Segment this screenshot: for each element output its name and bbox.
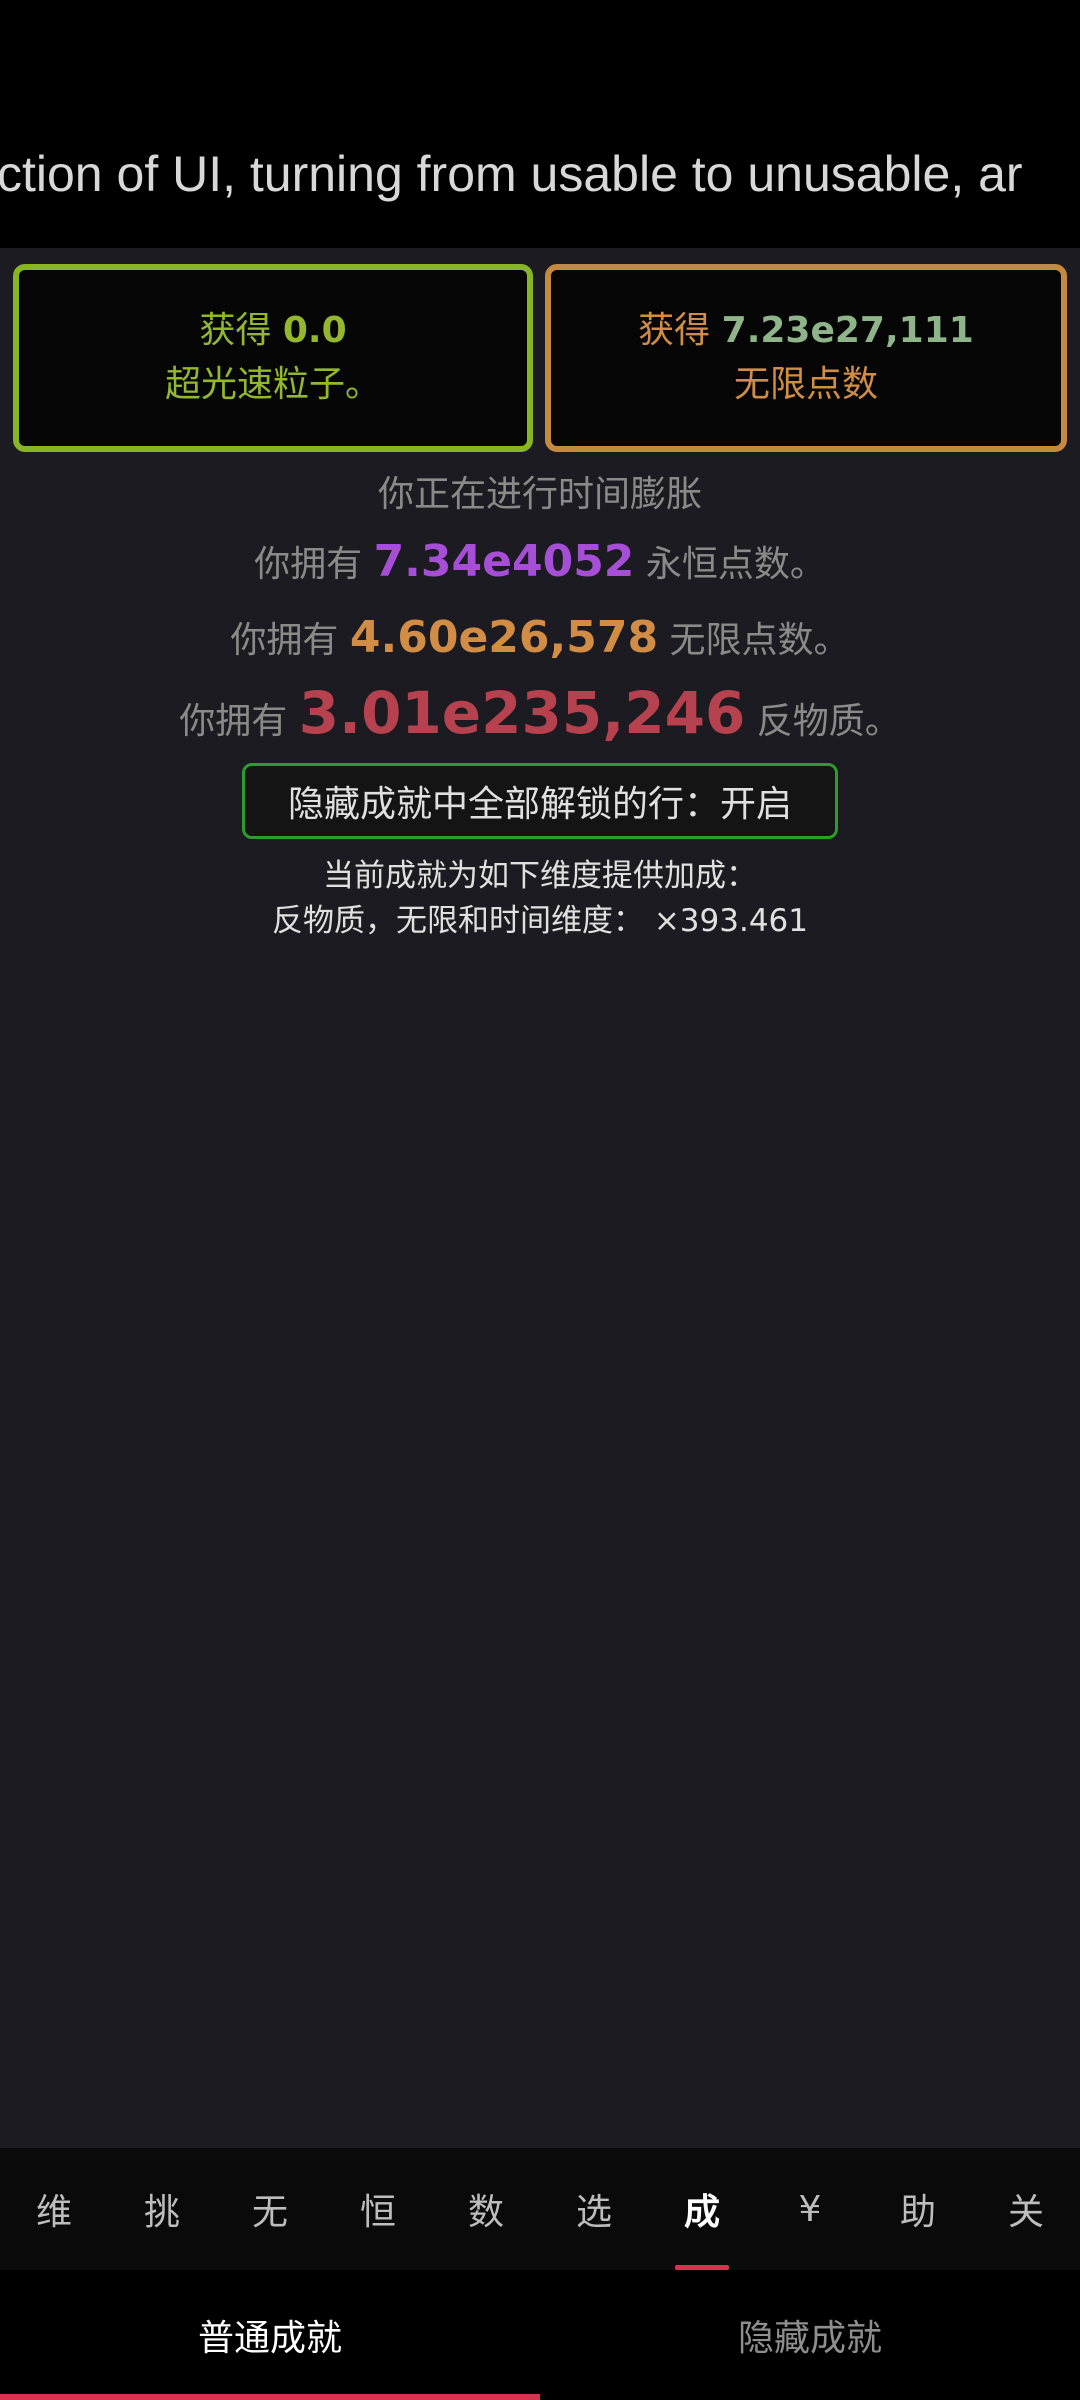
infinity-points-value: 4.60e26,578	[349, 612, 659, 663]
eternity-suffix: 永恒点数。	[645, 544, 826, 585]
eternity-points-value: 7.34e4052	[373, 536, 635, 587]
achievement-subtabs: 普通成就 隐藏成就	[0, 2270, 1080, 2400]
tachyon-reward-line: 获得 0.0	[19, 304, 527, 358]
nav-tab-help[interactable]: 助	[864, 2148, 972, 2270]
tachyon-reward-amount: 0.0	[282, 310, 347, 351]
nav-tab-achievements[interactable]: 成	[648, 2148, 756, 2270]
achievement-bonus-value: 反物质，无限和时间维度： ×393.461	[271, 903, 809, 939]
news-ticker[interactable]: ction of UI, turning from usable to unus…	[0, 145, 1023, 203]
eternity-prefix: 你拥有	[254, 544, 363, 585]
antimatter-value: 3.01e235,246	[298, 679, 746, 747]
antimatter-line: 你拥有 3.01e235,246 反物质。	[0, 676, 1080, 759]
infinity-points-line: 你拥有 4.60e26,578 无限点数。	[0, 608, 1080, 671]
hide-completed-rows-toggle[interactable]: 隐藏成就中全部解锁的行：开启	[242, 763, 838, 839]
infinity-prefix: 你拥有	[230, 620, 339, 661]
subtab-secret-achievements[interactable]: 隐藏成就	[540, 2270, 1080, 2400]
nav-tab-statistics[interactable]: 数	[432, 2148, 540, 2270]
infinity-reward-label: 无限点数	[733, 364, 878, 405]
subtab-normal-achievements[interactable]: 普通成就	[0, 2270, 540, 2400]
news-ticker-area: ction of UI, turning from usable to unus…	[0, 0, 1080, 248]
nav-tab-challenges[interactable]: 挑	[108, 2148, 216, 2270]
infinity-reward-box[interactable]: 获得 7.23e27,111 无限点数	[545, 264, 1067, 452]
infinity-suffix: 无限点数。	[669, 620, 850, 661]
nav-tab-shop[interactable]: ¥	[756, 2148, 864, 2270]
nav-tab-eternity[interactable]: 恒	[324, 2148, 432, 2270]
infinity-reward-prefix: 获得	[638, 310, 711, 351]
nav-tab-infinity[interactable]: 无	[216, 2148, 324, 2270]
eternity-points-line: 你拥有 7.34e4052 永恒点数。	[0, 534, 1080, 593]
nav-tab-options[interactable]: 选	[540, 2148, 648, 2270]
tachyon-reward-box[interactable]: 获得 0.0 超光速粒子。	[13, 264, 533, 452]
antimatter-suffix: 反物质。	[756, 701, 901, 742]
tachyon-reward-label: 超光速粒子。	[164, 364, 381, 405]
infinity-reward-line: 获得 7.23e27,111	[551, 304, 1061, 358]
nav-tab-about[interactable]: 关	[972, 2148, 1080, 2270]
antimatter-prefix: 你拥有	[179, 701, 288, 742]
tachyon-reward-prefix: 获得	[199, 310, 272, 351]
app-screen: ction of UI, turning from usable to unus…	[0, 0, 1080, 2400]
infinity-reward-amount: 7.23e27,111	[721, 310, 974, 351]
dilation-status: 你正在进行时间膨胀	[377, 474, 702, 515]
achievement-bonus-title: 当前成就为如下维度提供加成：	[323, 858, 757, 894]
bottom-nav: 维 挑 无 恒 数 选 成 ¥ 助 关	[0, 2148, 1080, 2270]
nav-tab-dimensions[interactable]: 维	[0, 2148, 108, 2270]
